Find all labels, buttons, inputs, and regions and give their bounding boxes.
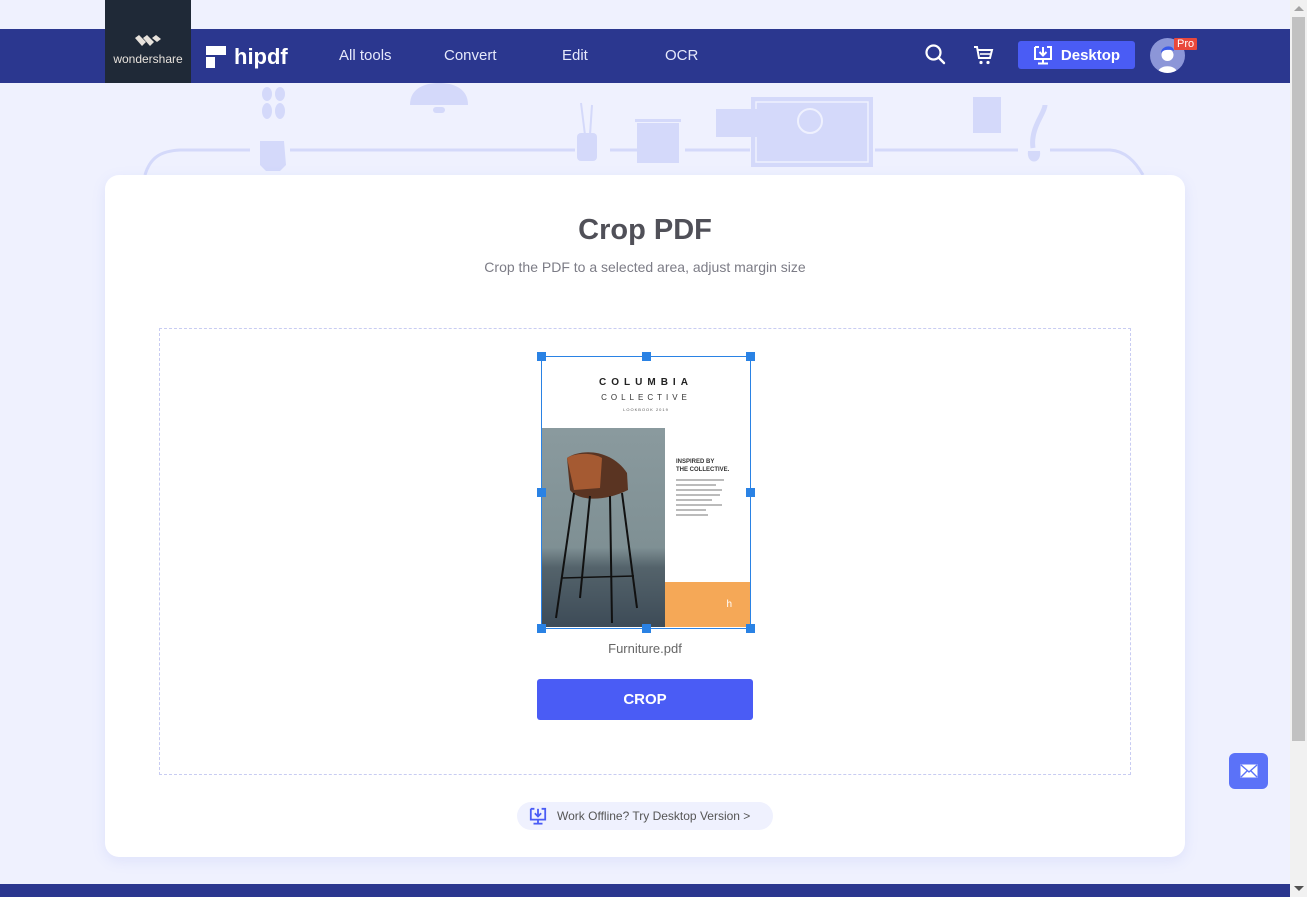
scroll-down-arrow-icon[interactable] bbox=[1294, 886, 1304, 891]
preview-corner-glyph: h bbox=[726, 599, 732, 610]
desktop-version-label: Work Offline? Try Desktop Version > bbox=[557, 809, 751, 823]
nav-ocr[interactable]: OCR bbox=[665, 47, 698, 64]
preview-side-heading: INSPIRED BY THE COLLECTIVE. bbox=[676, 458, 729, 474]
page-title: Crop PDF bbox=[578, 214, 712, 246]
crop-handle-bottom[interactable] bbox=[642, 624, 651, 633]
pencil-cup-icon bbox=[577, 102, 597, 161]
crop-pdf-card: Crop PDF Crop the PDF to a selected area… bbox=[105, 175, 1185, 857]
preview-orange-block: h bbox=[665, 582, 750, 627]
crop-handle-right[interactable] bbox=[746, 488, 755, 497]
preview-side-heading-line-2: THE COLLECTIVE. bbox=[676, 467, 730, 473]
crop-button[interactable]: CROP bbox=[537, 679, 753, 720]
desktop-download-button[interactable]: Desktop bbox=[1018, 41, 1135, 69]
desk-illustration bbox=[143, 83, 1145, 176]
nav-edit[interactable]: Edit bbox=[562, 47, 588, 64]
wondershare-label: wondershare bbox=[113, 52, 183, 66]
crop-handle-bottom-right[interactable] bbox=[746, 624, 755, 633]
lamp-icon bbox=[410, 83, 468, 113]
desktop-button-label: Desktop bbox=[1060, 46, 1121, 64]
preview-chair-photo bbox=[542, 428, 665, 627]
crop-handle-left[interactable] bbox=[537, 488, 546, 497]
crop-handle-top-right[interactable] bbox=[746, 352, 755, 361]
preview-doc-subtitle: COLLECTIVE bbox=[601, 393, 691, 402]
hipdf-icon bbox=[206, 46, 226, 68]
desktop-download-icon bbox=[1033, 46, 1052, 65]
footer-bar bbox=[0, 884, 1290, 897]
feedback-mail-button[interactable] bbox=[1229, 753, 1268, 789]
preview-side-heading-line-1: INSPIRED BY bbox=[676, 459, 715, 465]
nav-all-tools[interactable]: All tools bbox=[339, 47, 392, 64]
vase-icon bbox=[1027, 104, 1048, 162]
mail-icon bbox=[1240, 764, 1257, 778]
brand-name: hipdf bbox=[234, 44, 288, 69]
preview-doc-tagline: LOOKBOOK 2019 bbox=[623, 407, 669, 412]
chair-image bbox=[555, 452, 638, 624]
cart-icon[interactable] bbox=[972, 44, 994, 66]
page-subtitle: Crop the PDF to a selected area, adjust … bbox=[484, 259, 806, 275]
crop-handle-top-left[interactable] bbox=[537, 352, 546, 361]
scroll-thumb[interactable] bbox=[1292, 17, 1305, 741]
search-icon[interactable] bbox=[924, 43, 946, 65]
dashboard-board-icon bbox=[716, 97, 873, 167]
pdf-crop-preview[interactable]: COLUMBIA COLLECTIVE LOOKBOOK 2019 INSPIR… bbox=[537, 352, 755, 633]
crop-handle-top[interactable] bbox=[642, 352, 651, 361]
desktop-download-icon bbox=[529, 807, 547, 825]
wondershare-logo[interactable]: wondershare bbox=[105, 0, 191, 83]
wondershare-icon bbox=[135, 35, 161, 46]
hipdf-logo[interactable]: hipdf bbox=[206, 44, 288, 70]
document-icon bbox=[973, 97, 1001, 133]
preview-doc-title: COLUMBIA bbox=[599, 377, 693, 388]
desktop-version-link[interactable]: Work Offline? Try Desktop Version > bbox=[517, 802, 773, 830]
vertical-scrollbar[interactable] bbox=[1290, 0, 1307, 897]
pro-badge: Pro bbox=[1174, 38, 1198, 50]
nav-convert[interactable]: Convert bbox=[444, 47, 497, 64]
file-name: Furniture.pdf bbox=[608, 641, 682, 656]
scroll-up-arrow-icon[interactable] bbox=[1294, 6, 1304, 11]
chart-board-icon bbox=[635, 119, 681, 163]
crop-handle-bottom-left[interactable] bbox=[537, 624, 546, 633]
plant-icon bbox=[260, 87, 286, 171]
preview-body-text bbox=[676, 479, 728, 519]
